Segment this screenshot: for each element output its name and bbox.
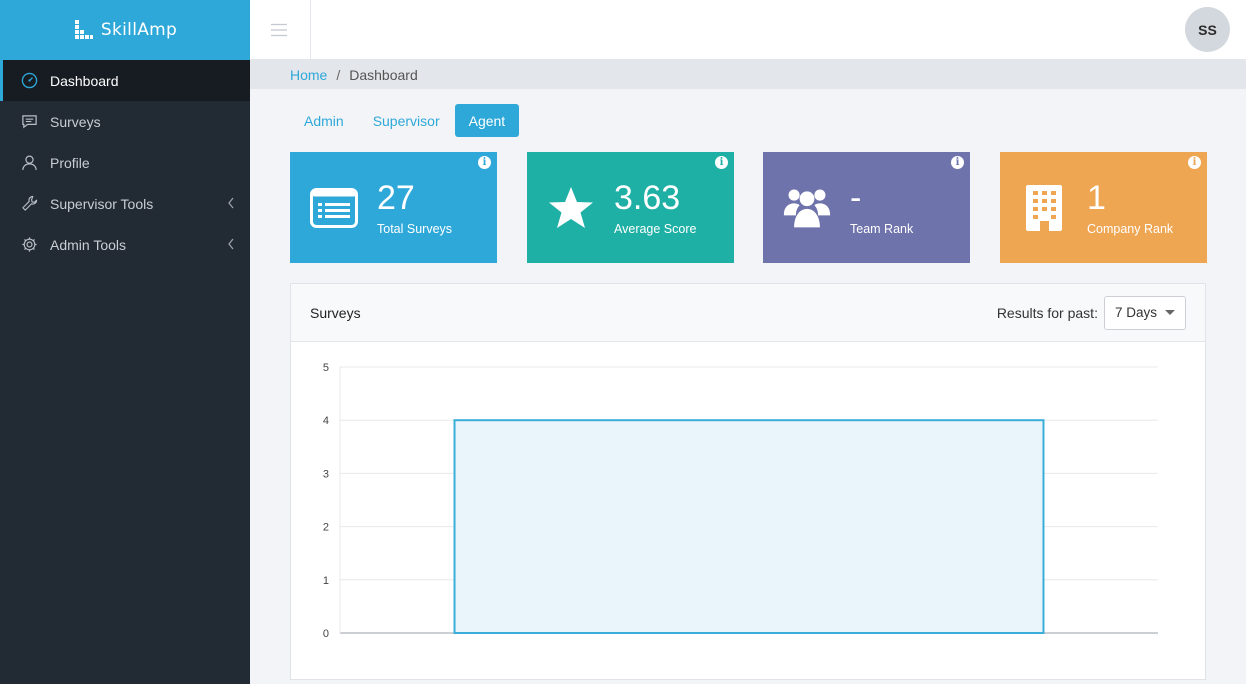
breadcrumb-separator: / [336, 66, 341, 83]
tab-supervisor[interactable]: Supervisor [359, 104, 454, 137]
wrench-icon [20, 195, 38, 213]
sidebar-item-dashboard[interactable]: Dashboard [0, 60, 250, 101]
date-range-value: 7 Days [1114, 305, 1157, 320]
hamburger-menu-icon[interactable] [271, 23, 287, 37]
info-icon[interactable]: i [478, 156, 491, 169]
y-tick-label: 4 [323, 415, 329, 427]
y-tick-label: 3 [323, 468, 329, 480]
info-icon[interactable]: i [715, 156, 728, 169]
y-tick-label: 5 [323, 362, 329, 374]
stat-label: Company Rank [1087, 222, 1174, 236]
sidebar-item-label: Dashboard [50, 72, 119, 89]
y-tick-label: 1 [323, 575, 329, 587]
brand-name: SkillAmp [100, 20, 178, 40]
results-label: Results for past: [996, 304, 1098, 321]
date-range-select[interactable]: 7 Days [1103, 295, 1186, 330]
info-icon[interactable]: i [951, 156, 964, 169]
users-icon [783, 184, 831, 232]
surveys-chart: 0 1 2 3 4 5 [323, 362, 1158, 640]
role-tabs: Admin Supervisor Agent [290, 104, 520, 137]
info-icon[interactable]: i [1188, 156, 1201, 169]
breadcrumb: Home / Dashboard [250, 60, 1246, 89]
stat-value: - [850, 179, 862, 217]
stat-card-average-score: 3.63 Average Score i [527, 152, 734, 263]
sidebar-item-admin-tools[interactable]: Admin Tools [0, 224, 250, 265]
sidebar-item-label: Supervisor Tools [50, 195, 154, 212]
topbar: SS [250, 0, 1246, 60]
user-icon [20, 154, 38, 172]
y-tick-label: 0 [323, 628, 329, 640]
sidebar-nav: Dashboard Surveys Profile Supervisor Too… [0, 60, 250, 265]
stat-card-team-rank: - Team Rank i [763, 152, 970, 263]
sidebar-item-label: Surveys [50, 113, 101, 130]
stat-card-company-rank: 1 Company Rank i [1000, 152, 1207, 263]
gear-icon [20, 236, 38, 254]
stat-label: Team Rank [850, 222, 914, 236]
sidebar-item-label: Admin Tools [50, 236, 127, 253]
brand-logo[interactable]: SkillAmp [0, 0, 250, 60]
list-icon [310, 184, 358, 232]
star-icon [547, 184, 595, 232]
panel-header: Surveys Results for past: 7 Days [291, 284, 1205, 342]
sidebar-item-label: Profile [50, 154, 90, 171]
stat-label: Total Surveys [377, 222, 453, 236]
sidebar-item-surveys[interactable]: Surveys [0, 101, 250, 142]
surveys-panel: Surveys Results for past: 7 Days 0 1 2 3 4 5 [290, 283, 1206, 680]
stat-value: 1 [1087, 179, 1106, 217]
bar [453, 419, 1045, 634]
stat-card-total-surveys: 27 Total Surveys i [290, 152, 497, 263]
skillamp-logo-icon [74, 20, 93, 39]
comment-icon [20, 113, 38, 131]
sidebar: SkillAmp Dashboard Surveys Profile Super… [0, 0, 250, 684]
dashboard-icon [20, 72, 38, 90]
stat-value: 27 [377, 179, 415, 217]
topbar-divider [310, 0, 311, 60]
chevron-left-icon[interactable] [226, 237, 236, 251]
y-tick-label: 2 [323, 522, 329, 534]
stat-label: Average Score [614, 222, 697, 236]
chevron-left-icon[interactable] [226, 196, 236, 210]
breadcrumb-current: Dashboard [349, 66, 418, 83]
breadcrumb-home-link[interactable]: Home [290, 67, 327, 83]
sidebar-item-profile[interactable]: Profile [0, 142, 250, 183]
tab-admin[interactable]: Admin [290, 104, 358, 137]
user-avatar[interactable]: SS [1185, 7, 1230, 52]
caret-down-icon [1165, 310, 1175, 315]
tab-agent[interactable]: Agent [454, 104, 520, 137]
panel-title: Surveys [310, 304, 361, 321]
building-icon [1020, 184, 1068, 232]
sidebar-item-supervisor-tools[interactable]: Supervisor Tools [0, 183, 250, 224]
stat-value: 3.63 [614, 179, 681, 217]
